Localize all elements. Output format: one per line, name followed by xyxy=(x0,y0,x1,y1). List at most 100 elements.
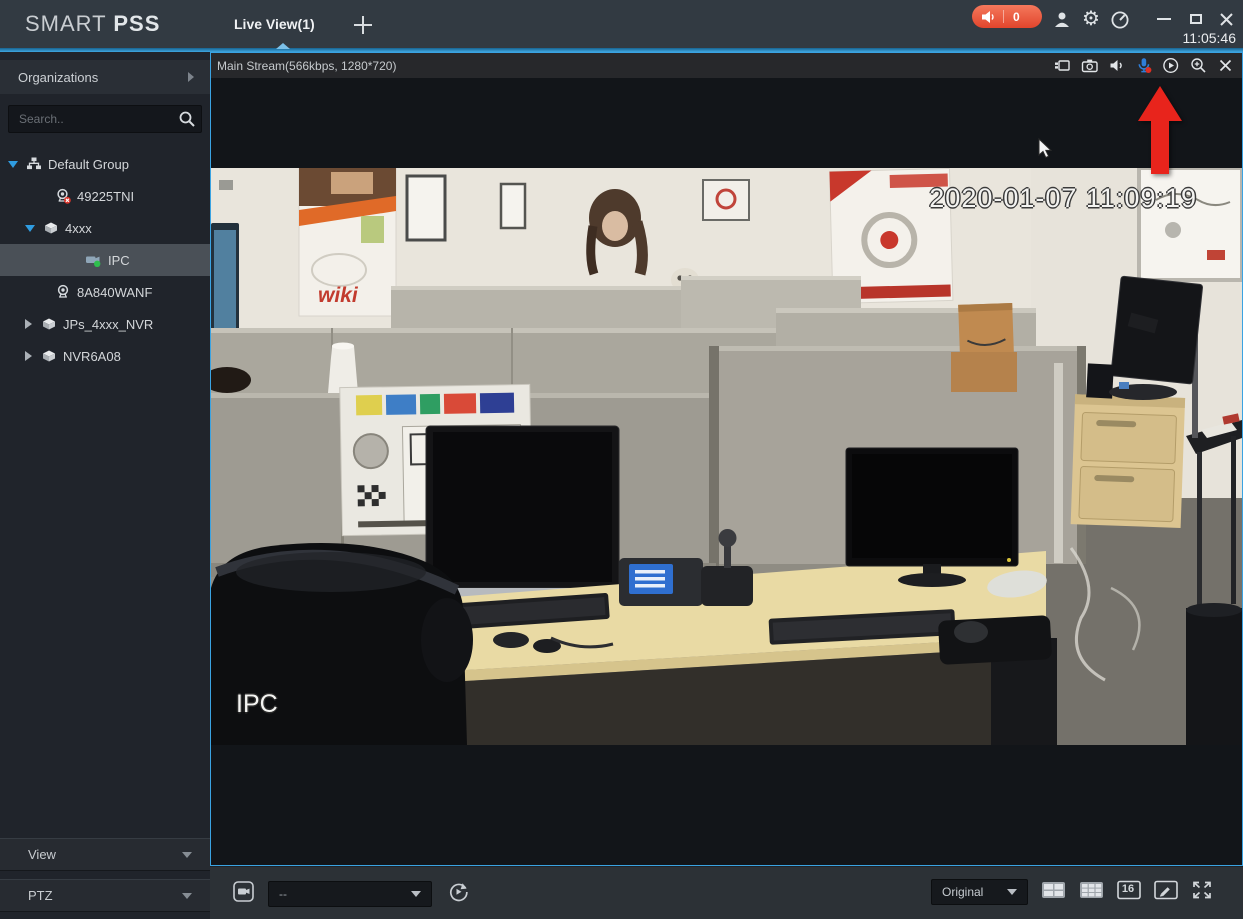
alarm-count-badge: 0 xyxy=(1013,9,1020,24)
tree-item-label: 49225TNI xyxy=(77,188,135,204)
maximize-icon xyxy=(1190,14,1202,24)
nvr-device-icon xyxy=(43,318,55,330)
close-icon xyxy=(1219,12,1233,26)
app-logo: SMART PSS xyxy=(25,11,160,37)
annotation-arrow-icon xyxy=(1138,86,1182,174)
talk-button-active[interactable] xyxy=(1135,57,1153,75)
tree-item-49225tni[interactable]: 49225TNI xyxy=(0,180,210,212)
title-bar: SMART PSS Live View(1) 0 ⚙ 11:05:46 xyxy=(0,0,1243,48)
performance-monitor-button[interactable] xyxy=(1108,8,1132,30)
split-9-button[interactable] xyxy=(1079,880,1104,905)
liveview-bottom-toolbar: -- Original 16 xyxy=(210,866,1243,919)
save-view-button[interactable] xyxy=(233,881,254,907)
tree-item-8a840wanf[interactable]: 8A840WANF xyxy=(0,276,210,308)
search-icon[interactable] xyxy=(178,110,196,128)
settings-button[interactable]: ⚙ xyxy=(1079,8,1103,30)
record-button[interactable] xyxy=(1054,57,1072,75)
view-accordion-header[interactable]: View xyxy=(0,838,210,871)
view-label: View xyxy=(28,847,56,862)
tree-item-4xxx[interactable]: 4xxx xyxy=(0,212,210,244)
ipc-camera-online-icon xyxy=(86,256,101,267)
tree-item-nvr6a08[interactable]: NVR6A08 xyxy=(0,340,210,372)
camera-icon xyxy=(57,284,69,298)
video-pane-header: Main Stream(566kbps, 1280*720) xyxy=(211,53,1242,78)
tree-item-label: 8A840WANF xyxy=(77,284,153,300)
ptz-label: PTZ xyxy=(28,888,53,903)
device-sidebar: Organizations Default Group xyxy=(0,52,210,919)
tree-item-label: Default Group xyxy=(48,156,129,172)
camera-offline-icon xyxy=(57,188,71,204)
record-icon xyxy=(1055,60,1070,71)
plus-icon xyxy=(354,16,372,34)
zoom-in-icon xyxy=(1190,58,1206,73)
save-view-icon xyxy=(233,881,254,902)
split-16-button[interactable]: 16 xyxy=(1117,880,1141,905)
live-view-workspace: Main Stream(566kbps, 1280*720) wiki 2020… xyxy=(210,52,1243,919)
chevron-right-icon xyxy=(188,72,194,82)
active-tab-notch xyxy=(276,43,290,49)
organizations-label: Organizations xyxy=(18,69,99,85)
expanded-arrow-icon[interactable] xyxy=(25,224,35,232)
alarm-speaker-icon xyxy=(982,10,994,23)
tree-item-ipc[interactable]: IPC xyxy=(0,244,210,276)
speaker-icon xyxy=(1110,60,1122,71)
logo-smart: SMART xyxy=(25,11,107,36)
maximize-button[interactable] xyxy=(1184,8,1208,30)
video-osd-timestamp: 2020-01-07 11:09:19 xyxy=(929,183,1197,213)
view-preset-dropdown[interactable]: -- xyxy=(268,881,432,907)
user-account-button[interactable] xyxy=(1050,8,1074,30)
split-16-label: 16 xyxy=(1121,882,1135,895)
digital-zoom-button[interactable] xyxy=(1189,57,1207,75)
dropdown-caret-icon xyxy=(411,891,421,897)
snapshot-button[interactable] xyxy=(1081,57,1099,75)
audio-button[interactable] xyxy=(1108,57,1126,75)
snapshot-icon xyxy=(1081,59,1098,73)
chevron-down-icon xyxy=(182,851,192,858)
nvr-device-icon xyxy=(45,222,57,234)
tree-item-label: NVR6A08 xyxy=(63,348,121,364)
ptz-accordion-header[interactable]: PTZ xyxy=(0,879,210,912)
organization-group-icon xyxy=(27,157,41,170)
collapsed-arrow-icon[interactable] xyxy=(25,319,32,329)
expanded-arrow-icon[interactable] xyxy=(8,160,18,168)
alarm-center-button[interactable]: 0 xyxy=(972,5,1042,28)
tree-item-default-group[interactable]: Default Group xyxy=(0,148,210,180)
microphone-icon xyxy=(1138,58,1152,73)
tour-refresh-icon xyxy=(449,883,468,902)
alarm-pill-divider xyxy=(1003,10,1004,23)
tab-live-view[interactable]: Live View(1) xyxy=(216,0,333,48)
close-icon xyxy=(1219,59,1231,72)
close-window-button[interactable] xyxy=(1214,8,1238,30)
view-preset-value: -- xyxy=(279,887,287,901)
device-tree: Default Group 49225TNI 4xxx IPC 8A840WAN… xyxy=(0,148,210,372)
collapsed-arrow-icon[interactable] xyxy=(25,351,32,361)
instant-playback-button[interactable] xyxy=(1162,57,1180,75)
device-search xyxy=(8,105,202,133)
organizations-header[interactable]: Organizations xyxy=(0,60,210,94)
tree-item-label: 4xxx xyxy=(65,220,92,236)
fullscreen-button[interactable] xyxy=(1191,880,1213,905)
scale-dropdown[interactable]: Original xyxy=(931,879,1028,905)
mouse-cursor xyxy=(1038,138,1053,159)
close-video-button[interactable] xyxy=(1216,57,1234,75)
layout-tools: Original 16 xyxy=(931,879,1213,905)
minimize-button[interactable] xyxy=(1152,8,1176,30)
user-icon xyxy=(1055,12,1069,27)
video-pane-1[interactable]: Main Stream(566kbps, 1280*720) wiki 2020… xyxy=(210,52,1243,866)
poster-text: wiki xyxy=(318,284,359,307)
grid-9-icon xyxy=(1080,881,1103,898)
search-input[interactable] xyxy=(8,105,202,133)
playback-icon xyxy=(1163,57,1179,74)
view-tour-button[interactable] xyxy=(448,881,470,908)
camera-name-overlay: IPC xyxy=(236,690,278,718)
minimize-icon xyxy=(1157,18,1171,20)
system-clock: 11:05:46 xyxy=(1182,30,1236,46)
custom-split-button[interactable] xyxy=(1154,880,1178,905)
tree-item-jps-4xxx-nvr[interactable]: JPs_4xxx_NVR xyxy=(0,308,210,340)
dropdown-caret-icon xyxy=(1007,889,1017,895)
chevron-down-icon xyxy=(182,892,192,899)
gauge-icon xyxy=(1111,11,1129,28)
add-tab-button[interactable] xyxy=(350,12,376,38)
split-4-button[interactable] xyxy=(1041,880,1066,905)
scale-value: Original xyxy=(942,885,984,899)
